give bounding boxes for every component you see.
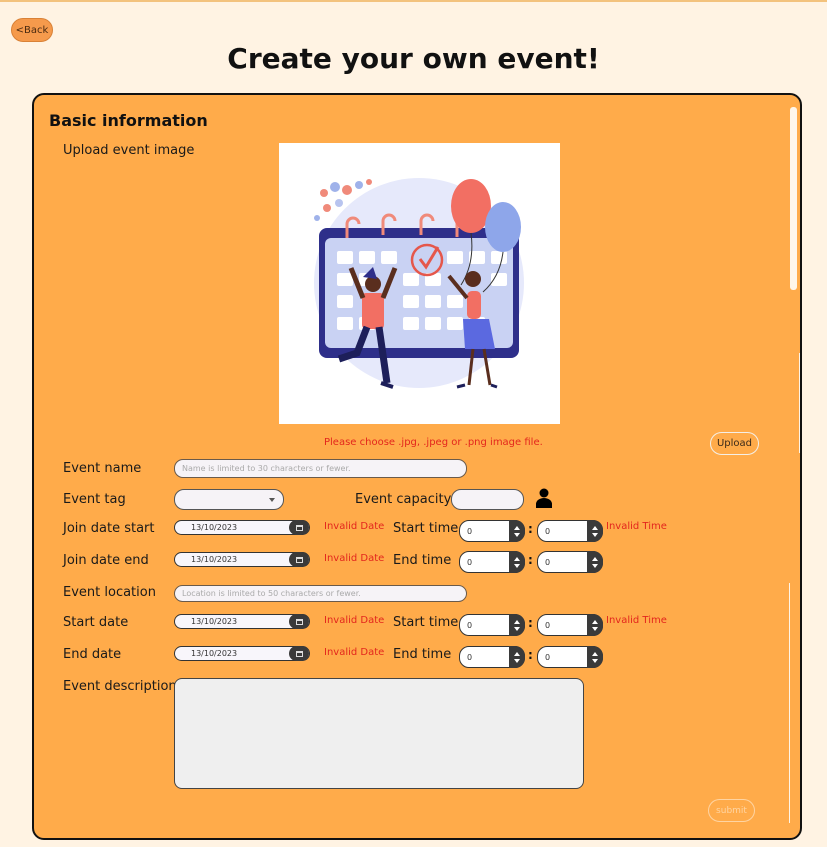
calendar-icon[interactable] bbox=[289, 552, 309, 567]
join-end-hour-value: 0 bbox=[467, 557, 473, 567]
join-end-minute-input[interactable]: 0 bbox=[537, 551, 603, 573]
join-start-minute-value: 0 bbox=[545, 526, 551, 536]
hour-stepper[interactable] bbox=[509, 614, 525, 636]
end-date-value: 13/10/2023 bbox=[191, 649, 238, 658]
end-minute-value: 0 bbox=[545, 652, 551, 662]
join-end-time-label: End time bbox=[393, 553, 452, 568]
start-time-label: Start time bbox=[393, 615, 459, 630]
calendar-icon[interactable] bbox=[289, 520, 309, 535]
time-separator: : bbox=[528, 553, 533, 567]
time-separator: : bbox=[528, 648, 533, 662]
event-tag-label: Event tag bbox=[63, 492, 126, 507]
event-tag-select[interactable] bbox=[174, 489, 284, 510]
end-date-input[interactable]: 13/10/2023 bbox=[174, 646, 310, 661]
start-date-label: Start date bbox=[63, 615, 129, 630]
end-date-label: End date bbox=[63, 647, 122, 662]
join-start-hour-value: 0 bbox=[467, 526, 473, 536]
start-time-error: Invalid Time bbox=[606, 615, 667, 626]
minute-stepper[interactable] bbox=[587, 551, 603, 573]
event-name-input[interactable]: Name is limited to 30 characters or fewe… bbox=[174, 459, 467, 478]
start-minute-input[interactable]: 0 bbox=[537, 614, 603, 636]
end-time-label: End time bbox=[393, 647, 452, 662]
join-date-end-label: Join date end bbox=[63, 553, 149, 568]
minute-stepper[interactable] bbox=[587, 614, 603, 636]
event-location-input[interactable]: Location is limited to 50 characters or … bbox=[174, 585, 467, 602]
join-start-time-label: Start time bbox=[393, 521, 459, 536]
end-minute-input[interactable]: 0 bbox=[537, 646, 603, 668]
page-title: Create your own event! bbox=[227, 42, 600, 75]
end-hour-value: 0 bbox=[467, 652, 473, 662]
calendar-celebration-illustration bbox=[314, 178, 524, 389]
person-icon bbox=[536, 488, 552, 508]
section-title: Basic information bbox=[49, 111, 208, 130]
event-capacity-input[interactable] bbox=[451, 489, 524, 510]
start-hour-input[interactable]: 0 bbox=[459, 614, 525, 636]
end-hour-input[interactable]: 0 bbox=[459, 646, 525, 668]
event-form-panel: Basic information Upload event image Ple… bbox=[32, 93, 802, 840]
join-date-end-value: 13/10/2023 bbox=[191, 555, 238, 564]
join-start-minute-input[interactable]: 0 bbox=[537, 520, 603, 542]
start-date-error: Invalid Date bbox=[324, 615, 385, 626]
hour-stepper[interactable] bbox=[509, 520, 525, 542]
start-hour-value: 0 bbox=[467, 620, 473, 630]
calendar-icon[interactable] bbox=[289, 646, 309, 661]
event-location-label: Event location bbox=[63, 585, 156, 600]
image-format-hint: Please choose .jpg, .jpeg or .png image … bbox=[324, 437, 543, 448]
join-date-start-error: Invalid Date bbox=[324, 521, 385, 532]
scrollbar-thumb[interactable] bbox=[790, 107, 797, 290]
join-date-end-input[interactable]: 13/10/2023 bbox=[174, 552, 310, 567]
calendar-icon[interactable] bbox=[289, 614, 309, 629]
end-date-error: Invalid Date bbox=[324, 647, 385, 658]
upload-image-label: Upload event image bbox=[63, 143, 195, 158]
minute-stepper[interactable] bbox=[587, 646, 603, 668]
time-separator: : bbox=[528, 522, 533, 536]
scroll-track-line bbox=[799, 353, 800, 453]
submit-button[interactable]: submit bbox=[708, 799, 755, 822]
time-separator: : bbox=[528, 616, 533, 630]
join-date-start-input[interactable]: 13/10/2023 bbox=[174, 520, 310, 535]
join-date-start-value: 13/10/2023 bbox=[191, 523, 238, 532]
event-description-label: Event description bbox=[63, 679, 177, 694]
chevron-down-icon bbox=[269, 498, 275, 502]
join-date-end-error: Invalid Date bbox=[324, 553, 385, 564]
join-end-minute-value: 0 bbox=[545, 557, 551, 567]
event-name-label: Event name bbox=[63, 461, 142, 476]
join-start-hour-input[interactable]: 0 bbox=[459, 520, 525, 542]
minute-stepper[interactable] bbox=[587, 520, 603, 542]
event-description-textarea[interactable] bbox=[174, 678, 584, 789]
start-date-input[interactable]: 13/10/2023 bbox=[174, 614, 310, 629]
event-capacity-label: Event capacity bbox=[355, 492, 452, 507]
join-date-start-label: Join date start bbox=[63, 521, 155, 536]
back-button[interactable]: <Back bbox=[11, 18, 53, 42]
event-image-preview bbox=[279, 143, 560, 424]
hour-stepper[interactable] bbox=[509, 646, 525, 668]
scroll-track-line bbox=[789, 583, 790, 823]
join-end-hour-input[interactable]: 0 bbox=[459, 551, 525, 573]
start-minute-value: 0 bbox=[545, 620, 551, 630]
join-start-time-error: Invalid Time bbox=[606, 521, 667, 532]
hour-stepper[interactable] bbox=[509, 551, 525, 573]
upload-button[interactable]: Upload bbox=[710, 432, 759, 455]
start-date-value: 13/10/2023 bbox=[191, 617, 238, 626]
